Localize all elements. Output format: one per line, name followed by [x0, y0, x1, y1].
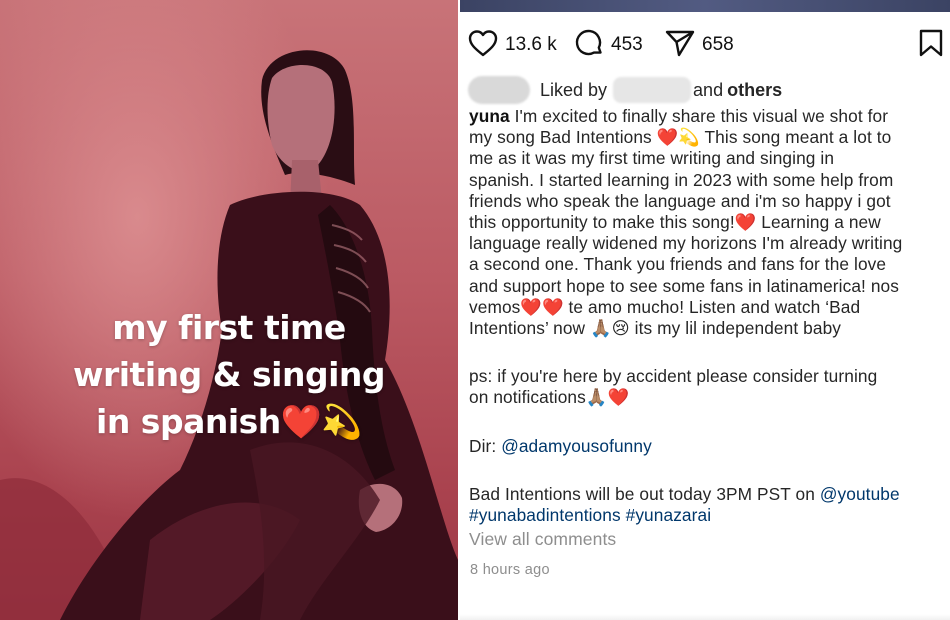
caption-line: this opportunity to make this song!❤️ Le…: [469, 212, 881, 233]
blurred-username: [613, 77, 692, 103]
overlay-line-1: my first time: [112, 308, 346, 347]
like-count: 13.6 k: [505, 34, 557, 55]
comment-count: 453: [611, 34, 643, 55]
caption-username[interactable]: yuna: [469, 106, 510, 126]
caption-line: me as it was my first time writing and s…: [469, 148, 835, 169]
hashtag-link[interactable]: #yunazarai: [626, 505, 712, 525]
caption-line: language really widened my horizons I'm …: [469, 233, 903, 254]
liked-by-others-link[interactable]: others: [727, 80, 782, 101]
caption-ps-line: on notifications🙏🏽❤️: [469, 387, 630, 408]
blurred-avatar: [468, 76, 530, 104]
post-timestamp: 8 hours ago: [470, 562, 550, 578]
liked-by-and: and: [693, 79, 724, 100]
save-button[interactable]: [918, 28, 944, 62]
caption-line: spanish. I started learning in 2023 with…: [469, 169, 894, 190]
post-media-edge[interactable]: [460, 0, 950, 12]
caption-line: my song Bad Intentions ❤️💫 This song mea…: [469, 127, 892, 148]
dizzy-emoji: 💫: [321, 402, 362, 441]
like-button[interactable]: 13.6 k: [468, 28, 557, 62]
caption-release-line: Bad Intentions will be out today 3PM PST…: [469, 483, 900, 504]
caption-line: vemos❤️❤️ te amo mucho! Listen and watch…: [469, 296, 861, 317]
post-caption: yuna I'm excited to finally share this v…: [469, 106, 947, 550]
bottom-edge: [460, 614, 950, 620]
video-still[interactable]: my first time writing & singing in spani…: [0, 0, 458, 620]
overlay-line-3: in spanish❤️💫: [0, 398, 458, 445]
post-actions: 13.6 k 453 658: [460, 28, 950, 62]
caption-ps-line: ps: if you're here by accident please co…: [469, 366, 878, 387]
heart-emoji: ❤️: [280, 402, 322, 441]
liked-by-prefix: Liked by: [540, 79, 608, 100]
youtube-mention-link[interactable]: @youtube: [820, 484, 900, 504]
comment-button[interactable]: 453: [574, 28, 643, 62]
caption-line: a second one. Thank you friends and fans…: [469, 254, 887, 275]
caption-director-line: Dir: @adamyousofunny: [469, 435, 652, 456]
heart-outline-icon: [468, 29, 498, 62]
overlay-line-2: writing & singing: [72, 355, 386, 394]
bookmark-icon: [918, 28, 944, 63]
caption-line: Intentions’ now 🙏🏽😢 its my lil independe…: [469, 318, 842, 339]
overlay-caption: my first time writing & singing in spani…: [0, 304, 458, 445]
liked-by-row[interactable]: Liked by and others: [468, 76, 948, 104]
director-mention-link[interactable]: @adamyousofunny: [501, 436, 652, 456]
view-all-comments-link[interactable]: View all comments: [469, 529, 947, 550]
post-panel: 13.6 k 453 658 Liked by and others yuna …: [460, 0, 950, 620]
paper-plane-icon: [665, 29, 695, 62]
caption-line: friends who speak the language and i'm s…: [469, 190, 891, 211]
share-button[interactable]: 658: [665, 28, 734, 62]
overlay-line-3-text: in spanish: [96, 402, 281, 441]
speech-bubble-icon: [574, 28, 604, 63]
caption-line: yuna I'm excited to finally share this v…: [469, 106, 889, 126]
caption-hashtags-line: #yunabadintentions #yunazarai: [469, 505, 947, 526]
hashtag-link[interactable]: #yunabadintentions: [469, 505, 621, 525]
share-count: 658: [702, 34, 734, 55]
caption-line: and support hope to see some fans in lat…: [469, 275, 900, 296]
